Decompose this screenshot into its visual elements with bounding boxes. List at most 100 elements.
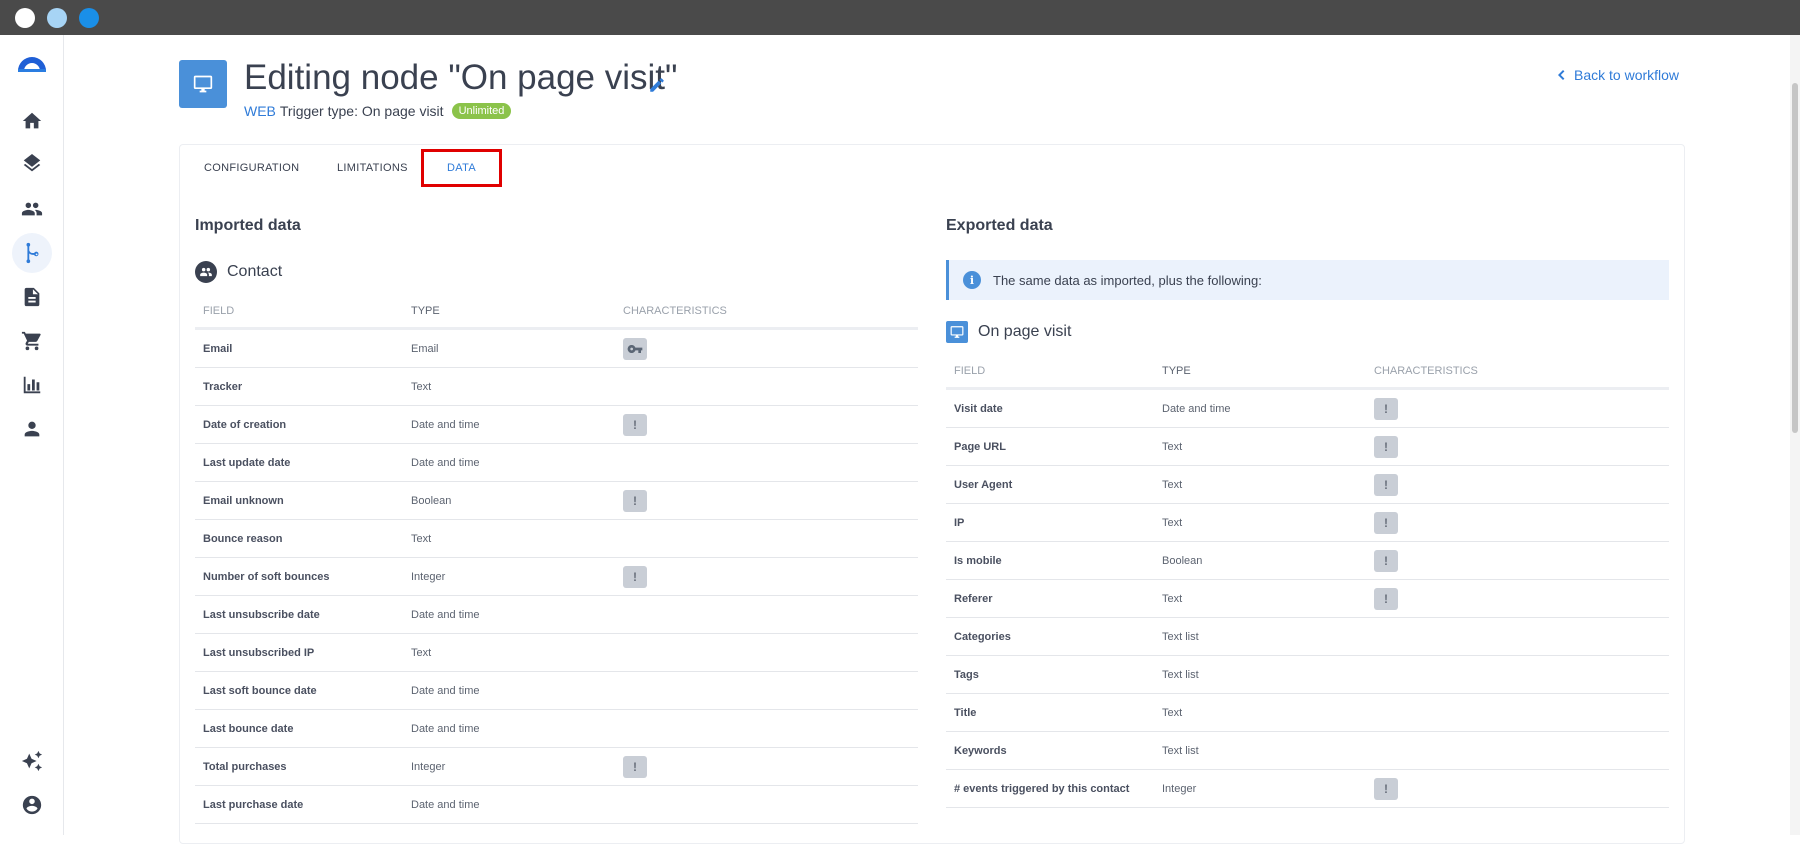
table-header: FIELD TYPE CHARACTERISTICS	[195, 295, 918, 330]
field-type: Text list	[1162, 668, 1199, 681]
table-row: # events triggered by this contact Intege…	[946, 770, 1669, 808]
window-minimize-button[interactable]	[47, 8, 67, 28]
field-type: Date and time	[411, 456, 480, 469]
field-name: Last soft bounce date	[203, 684, 317, 697]
table-row: Last purchase date Date and time	[195, 786, 918, 824]
required-badge[interactable]: !	[623, 489, 647, 512]
column-header-characteristics: CHARACTERISTICS	[623, 305, 727, 317]
required-badge[interactable]: !	[1374, 549, 1398, 572]
field-characteristics: !	[620, 565, 918, 588]
imported-entity-label: Contact	[227, 263, 283, 280]
tab-configuration[interactable]: CONFIGURATION	[204, 149, 299, 187]
sidebar-item-documents[interactable]	[12, 277, 52, 317]
field-characteristics: !	[620, 413, 918, 436]
window-close-button[interactable]	[15, 8, 35, 28]
sidebar	[0, 35, 64, 835]
column-header-type: TYPE	[1162, 365, 1191, 377]
field-type: Text list	[1162, 630, 1199, 643]
logo-icon[interactable]	[16, 53, 48, 73]
page-scrollbar[interactable]	[1790, 35, 1800, 835]
field-name: Last unsubscribe date	[203, 608, 320, 621]
field-name: Email	[203, 342, 233, 355]
required-badge[interactable]: !	[623, 413, 647, 436]
column-header-field: FIELD	[954, 365, 986, 377]
field-type: Text	[1162, 706, 1183, 719]
field-name: Total purchases	[203, 760, 287, 773]
window-maximize-button[interactable]	[79, 8, 99, 28]
exported-entity-label: On page visit	[978, 323, 1072, 340]
required-badge[interactable]: !	[1374, 777, 1398, 800]
field-name: Bounce reason	[203, 532, 283, 545]
sidebar-item-reports[interactable]	[12, 365, 52, 405]
field-type: Integer	[1162, 782, 1197, 795]
field-type: Text	[1162, 440, 1183, 453]
field-type: Text	[411, 532, 432, 545]
window-titlebar	[0, 0, 1800, 35]
field-type: Text	[411, 646, 432, 659]
tab-limitations[interactable]: LIMITATIONS	[337, 149, 408, 187]
scrollbar-thumb[interactable]	[1792, 83, 1798, 433]
sidebar-item-users[interactable]	[12, 409, 52, 449]
node-subtitle: WEB Trigger type: On page visit Unlimite…	[244, 103, 512, 119]
field-name: Email unknown	[203, 494, 284, 507]
back-to-workflow-link[interactable]: Back to workflow	[1556, 67, 1679, 83]
edit-pencil-icon[interactable]	[648, 76, 666, 94]
trigger-type-label: Trigger type: On page visit	[279, 103, 444, 119]
sidebar-item-workflow[interactable]	[12, 233, 52, 273]
sidebar-item-home[interactable]	[12, 101, 52, 141]
field-characteristics	[620, 337, 918, 360]
required-badge[interactable]: !	[623, 565, 647, 588]
field-name: User Agent	[954, 478, 1013, 491]
table-row: Email Email	[195, 330, 918, 368]
chevron-left-icon	[1558, 70, 1565, 80]
layers-icon	[23, 154, 41, 172]
field-name: Visit date	[954, 402, 1003, 415]
back-link-label[interactable]: Back to workflow	[1574, 67, 1679, 83]
field-type: Text list	[1162, 744, 1199, 757]
table-row: Last unsubscribe date Date and time	[195, 596, 918, 634]
sidebar-item-contacts[interactable]	[12, 189, 52, 229]
table-row: Last unsubscribed IP Text	[195, 634, 918, 672]
field-type: Date and time	[411, 608, 480, 621]
field-characteristics: !	[1371, 587, 1669, 610]
required-badge[interactable]: !	[1374, 587, 1398, 610]
table-row: Email unknown Boolean!	[195, 482, 918, 520]
sidebar-item-layers[interactable]	[12, 145, 52, 185]
field-name: Tracker	[203, 380, 243, 393]
column-header-characteristics: CHARACTERISTICS	[1374, 365, 1478, 377]
required-badge[interactable]: !	[1374, 397, 1398, 420]
required-badge[interactable]: !	[623, 755, 647, 778]
tab-data[interactable]: DATA	[421, 149, 502, 187]
imported-data-title: Imported data	[195, 217, 301, 234]
monitor-icon	[193, 75, 213, 93]
sidebar-item-account[interactable]	[12, 785, 52, 825]
key-icon[interactable]	[623, 337, 647, 360]
sidebar-item-shop[interactable]	[12, 321, 52, 361]
field-type: Date and time	[411, 798, 480, 811]
field-type: Integer	[411, 760, 446, 773]
exported-data-table: FIELD TYPE CHARACTERISTICS Visit date Dat…	[946, 355, 1669, 808]
field-characteristics: !	[1371, 777, 1669, 800]
limit-badge: Unlimited	[451, 103, 512, 119]
document-icon	[24, 287, 40, 307]
sidebar-item-ai[interactable]	[12, 741, 52, 781]
table-row: Keywords Text list	[946, 732, 1669, 770]
required-badge[interactable]: !	[1374, 435, 1398, 458]
field-characteristics: !	[1371, 511, 1669, 534]
table-row: Bounce reason Text	[195, 520, 918, 558]
table-row: User Agent Text!	[946, 466, 1669, 504]
table-header: FIELD TYPE CHARACTERISTICS	[946, 355, 1669, 390]
column-header-type: TYPE	[411, 305, 440, 317]
field-name: Tags	[954, 668, 979, 681]
field-type: Text	[1162, 478, 1183, 491]
exported-data-title: Exported data	[946, 217, 1053, 234]
field-type: Date and time	[411, 418, 480, 431]
field-characteristics: !	[620, 489, 918, 512]
channel-label: WEB	[244, 103, 276, 119]
field-characteristics: !	[620, 755, 918, 778]
required-badge[interactable]: !	[1374, 511, 1398, 534]
imported-data-table: FIELD TYPE CHARACTERISTICS Email Email Tra…	[195, 295, 918, 824]
field-name: Date of creation	[203, 418, 287, 431]
required-badge[interactable]: !	[1374, 473, 1398, 496]
field-name: Page URL	[954, 440, 1006, 453]
